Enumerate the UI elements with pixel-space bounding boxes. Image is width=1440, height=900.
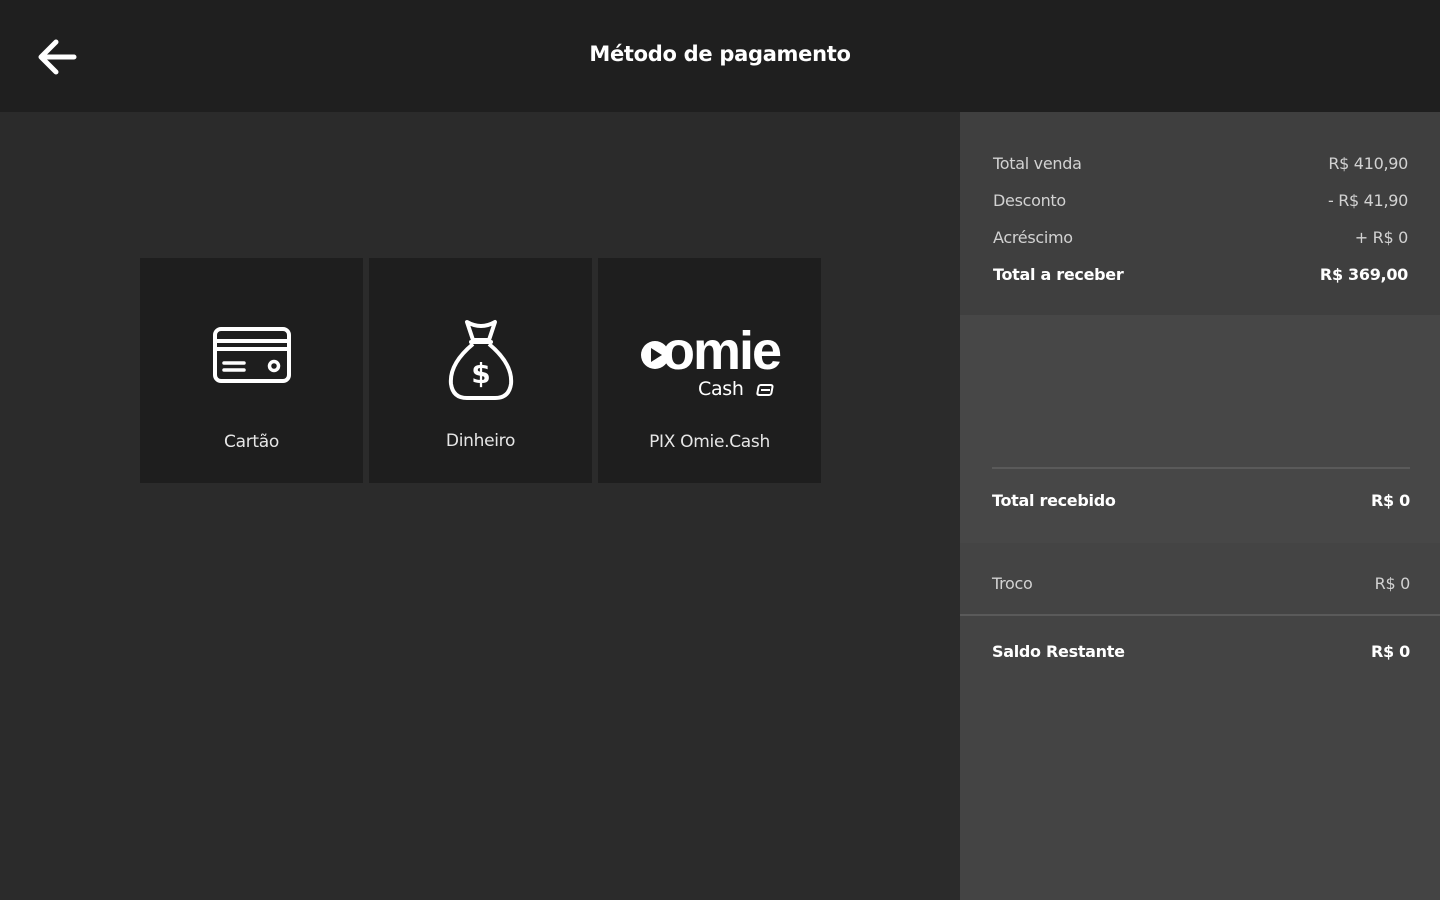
troco-value: R$ 0 <box>1374 574 1411 593</box>
total-venda-row: Total venda R$ 410,90 <box>993 154 1408 173</box>
total-recebido-label: Total recebido <box>992 491 1116 510</box>
method-label-dinheiro: Dinheiro <box>445 431 516 451</box>
total-venda-label: Total venda <box>993 154 1082 173</box>
method-card-dinheiro[interactable]: $ Dinheiro <box>369 258 592 483</box>
saldo-restante-label: Saldo Restante <box>992 642 1125 661</box>
desconto-label: Desconto <box>993 191 1066 210</box>
summary-panel: Total venda R$ 410,90 Desconto - R$ 41,9… <box>960 112 1440 900</box>
total-receber-row: Total a receber R$ 369,00 <box>993 265 1408 284</box>
saldo-restante-value: R$ 0 <box>1371 642 1410 661</box>
svg-text:$: $ <box>471 357 490 390</box>
payment-methods-list: Cartão $ Dinheiro omie Cash PIX Omie.Cas… <box>140 258 821 483</box>
total-recebido-row: Total recebido R$ 0 <box>992 491 1410 510</box>
desconto-value: - R$ 41,90 <box>1327 191 1408 210</box>
method-label-cartao: Cartão <box>224 432 279 452</box>
received-block: Total recebido R$ 0 <box>960 315 1440 543</box>
method-card-cartao[interactable]: Cartão <box>140 258 363 483</box>
sale-summary: Total venda R$ 410,90 Desconto - R$ 41,9… <box>960 112 1440 315</box>
saldo-restante-row: Saldo Restante R$ 0 <box>992 642 1410 661</box>
payment-methods-area: Cartão $ Dinheiro omie Cash PIX Omie.Cas… <box>0 112 960 900</box>
acrescimo-row: Acréscimo + R$ 0 <box>993 228 1408 247</box>
credit-card-icon <box>212 327 291 383</box>
troco-label: Troco <box>992 574 1033 593</box>
method-label-pix: PIX Omie.Cash <box>649 432 770 452</box>
troco-row: Troco R$ 0 <box>992 574 1410 593</box>
money-bag-icon: $ <box>448 320 513 400</box>
total-venda-value: R$ 410,90 <box>1328 154 1408 173</box>
total-recebido-value: R$ 0 <box>1371 491 1410 510</box>
desconto-row: Desconto - R$ 41,90 <box>993 191 1408 210</box>
page-title: Método de pagamento <box>589 42 851 66</box>
divider <box>960 614 1440 616</box>
divider <box>992 467 1410 469</box>
top-bar: Método de pagamento <box>0 0 1440 112</box>
cash-note-icon <box>756 384 774 396</box>
omie-cash-logo: omie Cash <box>638 324 783 414</box>
acrescimo-label: Acréscimo <box>993 228 1073 247</box>
total-receber-value: R$ 369,00 <box>1319 265 1408 284</box>
total-receber-label: Total a receber <box>993 265 1124 284</box>
acrescimo-value: + R$ 0 <box>1354 228 1409 247</box>
method-card-pix-omie-cash[interactable]: omie Cash PIX Omie.Cash <box>598 258 821 483</box>
